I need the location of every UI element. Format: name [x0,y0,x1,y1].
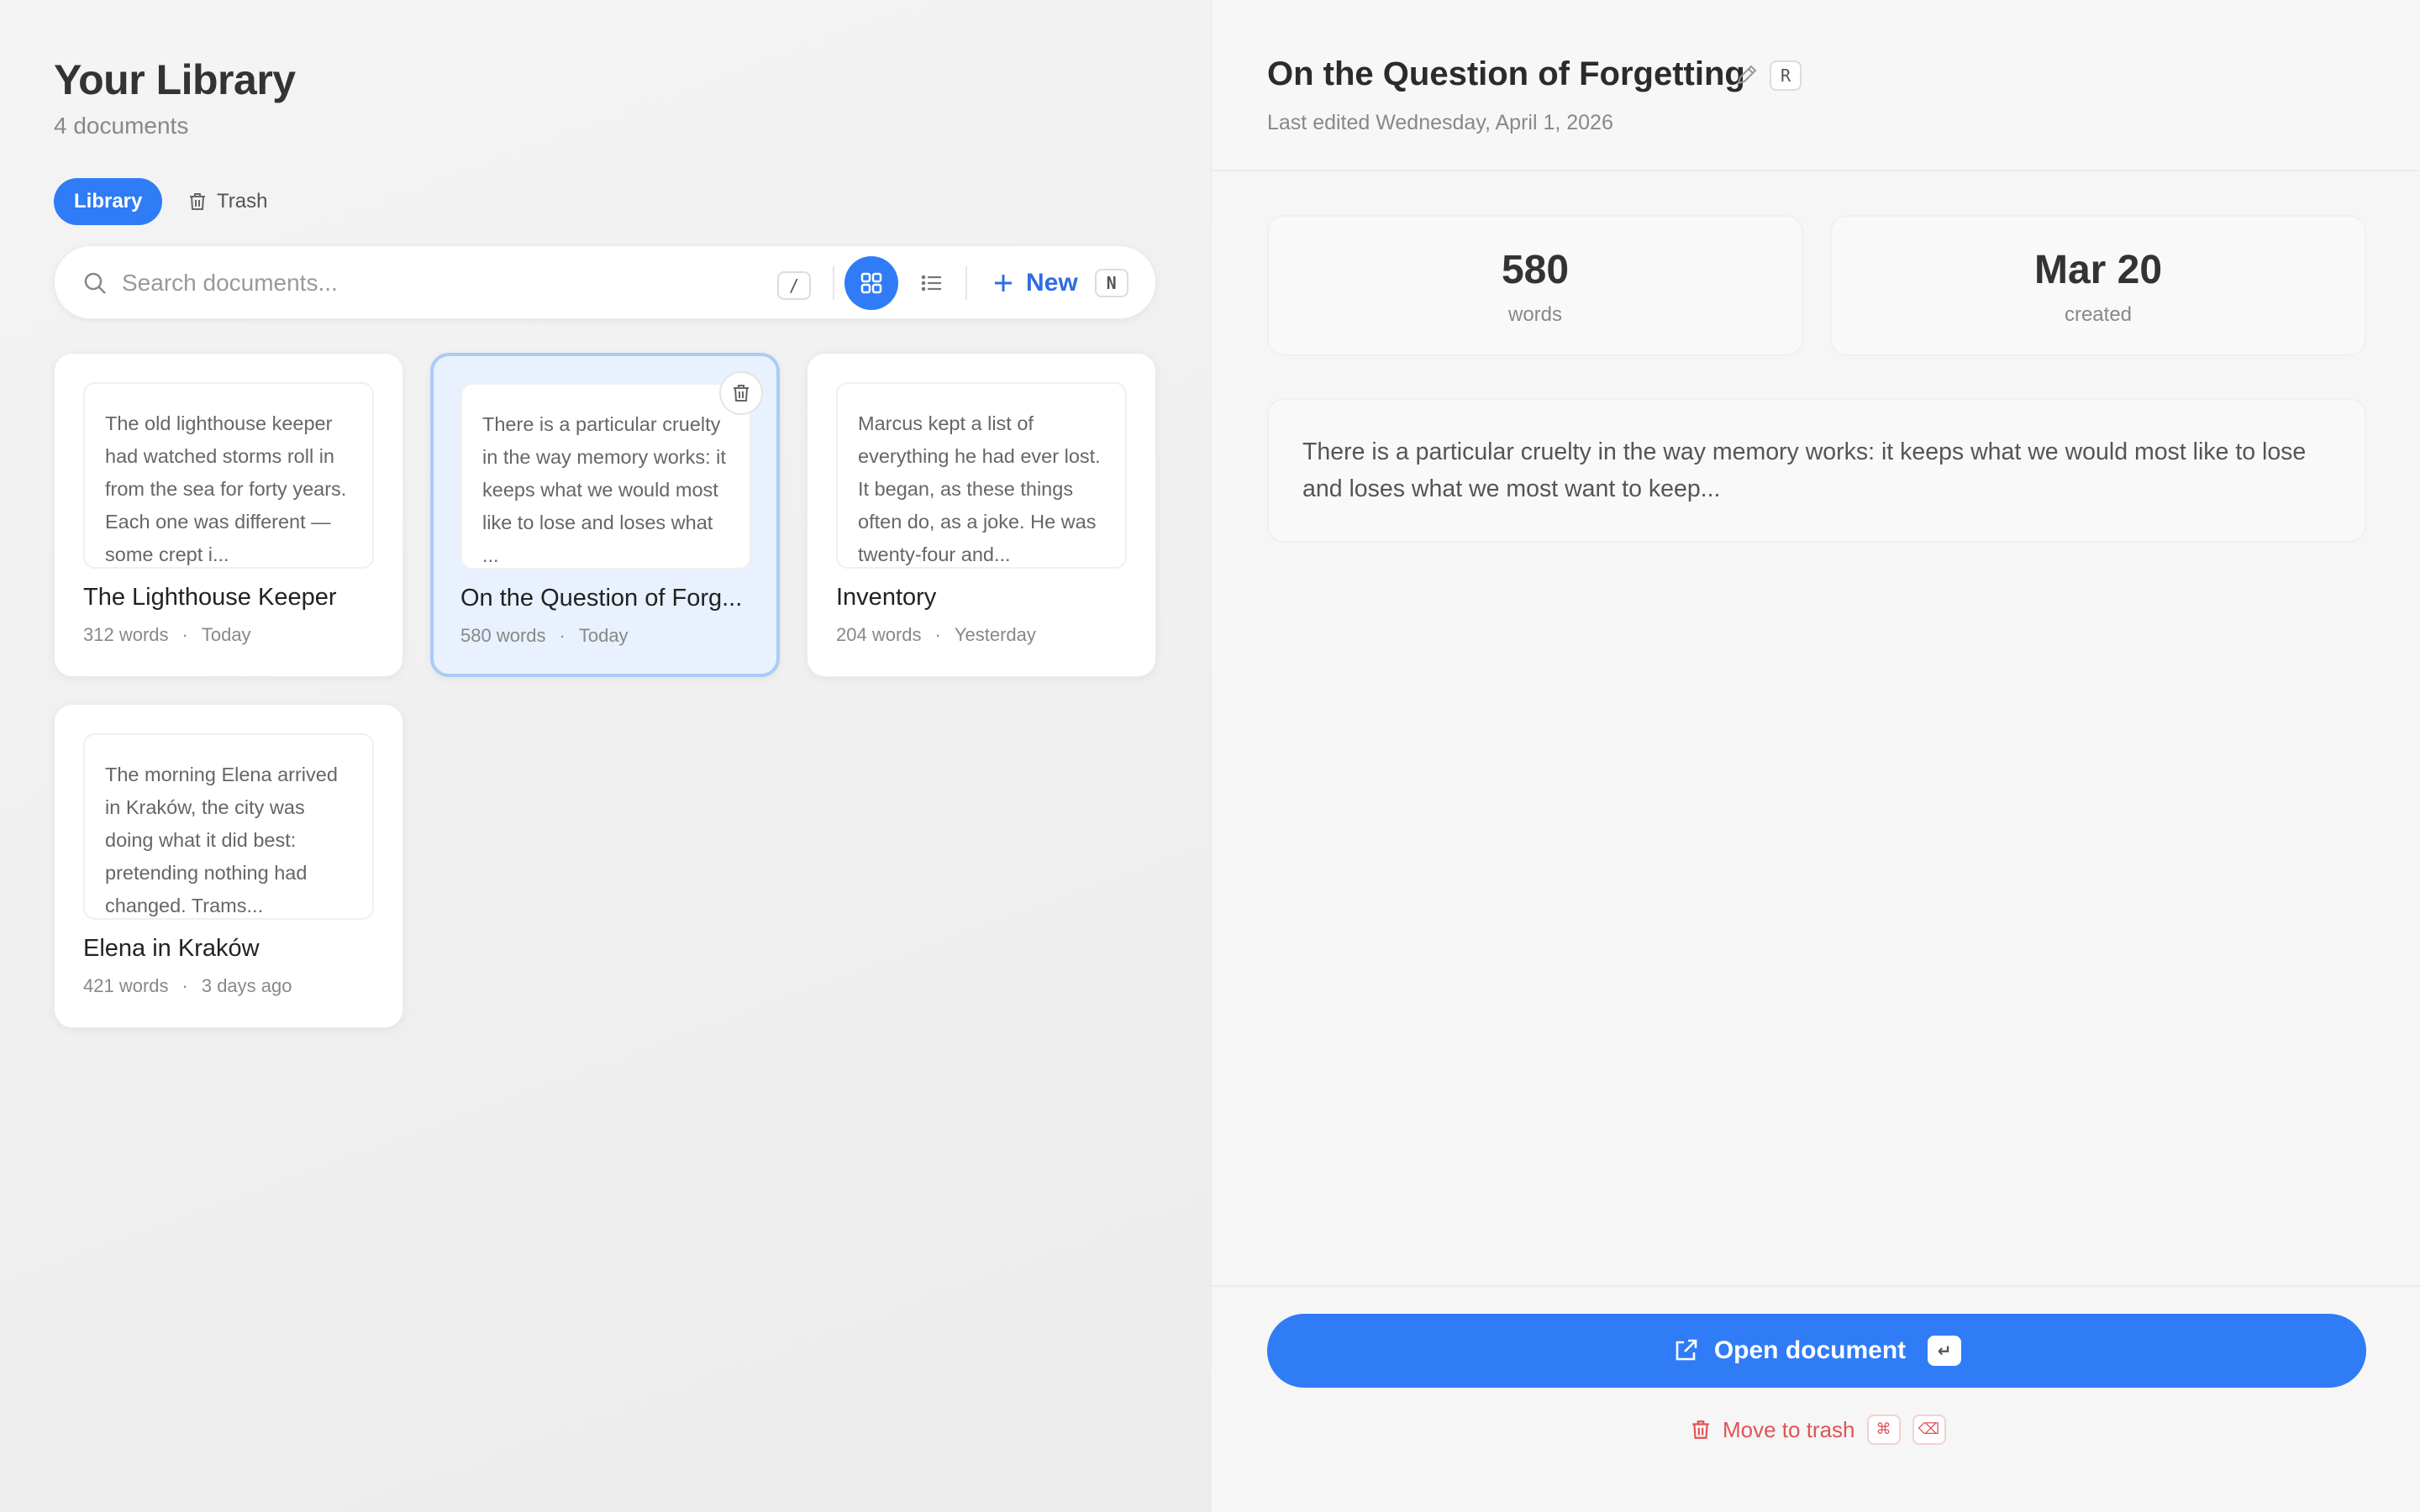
page-title: Your Library [54,56,296,103]
card-preview: The morning Elena arrived in Kraków, the… [83,733,374,920]
trash-icon [734,385,749,402]
footer-divider [1212,1285,2420,1287]
trash-icon [190,193,205,210]
card-title: Inventory [836,584,937,611]
search-input[interactable] [122,263,811,303]
stat-value: 580 [1501,248,1570,292]
open-document-label: Open document [1713,1336,1907,1364]
card-date: Today [201,624,251,645]
document-title: On the Question of Forgetting [1267,55,1745,92]
tab-library[interactable]: Library [54,178,163,225]
card-trash-button[interactable] [719,371,763,415]
document-card-selected[interactable]: There is a particular cruelty in the way… [430,353,780,677]
card-preview: The old lighthouse keeper had watched st… [83,382,374,569]
detail-pane: On the Question of Forgetting R Last edi… [1210,0,2420,1512]
card-preview-text: Marcus kept a list of everything he had … [858,412,1101,565]
rename-shortcut-key: R [1770,60,1802,91]
card-date: Yesterday [954,624,1036,645]
list-icon [921,275,941,291]
card-preview-text: The morning Elena arrived in Kraków, the… [105,764,338,916]
document-card[interactable]: The morning Elena arrived in Kraków, the… [54,704,403,1028]
card-title: The Lighthouse Keeper [83,584,337,611]
toolbar-divider [965,266,967,300]
list-view-button[interactable] [905,256,959,310]
open-document-button[interactable]: Open document ↵ [1267,1314,2366,1388]
stat-card-created: Mar 20 created [1830,215,2366,356]
meta-separator: · [182,975,188,996]
toolbar-divider [833,266,834,300]
card-preview: Marcus kept a list of everything he had … [836,382,1127,569]
document-card[interactable]: The old lighthouse keeper had watched st… [54,353,403,677]
document-excerpt: There is a particular cruelty in the way… [1267,398,2366,543]
stat-card-words: 580 words [1267,215,1803,356]
card-word-count: 204 words [836,624,922,645]
enter-shortcut-key: ↵ [1928,1336,1962,1366]
trash-icon [1692,1420,1709,1439]
library-pane: Your Library 4 documents Library Trash / [0,0,1210,1512]
external-link-icon [1676,1339,1697,1361]
new-document-button[interactable]: New N [992,258,1128,308]
last-edited: Last edited Wednesday, April 1, 2026 [1267,111,1613,134]
document-count: 4 documents [54,113,189,139]
card-title: On the Question of Forg... [460,585,743,612]
stat-value: Mar 20 [2033,248,2163,292]
meta-separator: · [934,624,941,645]
meta-separator: · [559,625,566,646]
tab-trash[interactable]: Trash [188,178,267,225]
document-card[interactable]: Marcus kept a list of everything he had … [807,353,1156,677]
new-shortcut-key: N [1094,269,1128,297]
card-meta: 204 words · Yesterday [836,624,1036,646]
cmd-shortcut-key: ⌘ [1866,1415,1901,1445]
grid-icon [860,272,882,294]
card-date: Today [578,625,629,646]
card-preview-text: The old lighthouse keeper had watched st… [105,412,347,565]
card-meta: 421 words · 3 days ago [83,975,292,997]
backspace-shortcut-key: ⌫ [1912,1415,1946,1445]
card-meta: 580 words · Today [460,625,629,647]
card-preview: There is a particular cruelty in the way… [460,383,751,570]
card-word-count: 421 words [83,975,169,996]
card-word-count: 580 words [460,625,546,646]
card-meta: 312 words · Today [83,624,251,646]
move-to-trash-label: Move to trash [1723,1416,1855,1442]
stat-label: words [1507,303,1563,326]
pencil-icon[interactable] [1734,62,1760,87]
search-shortcut-key: / [777,271,811,300]
move-to-trash-button[interactable]: Move to trash ⌘ ⌫ [1691,1411,1946,1448]
card-preview-text: There is a particular cruelty in the way… [482,413,726,566]
card-word-count: 312 words [83,624,169,645]
tab-trash-label: Trash [217,190,268,213]
meta-separator: · [182,624,188,645]
plus-icon [995,275,1012,291]
card-title: Elena in Kraków [83,935,260,962]
stat-label: created [2064,303,2133,326]
search-icon [84,272,106,294]
detail-header: On the Question of Forgetting R Last edi… [1212,0,2420,171]
grid-view-button[interactable] [844,256,898,310]
new-button-label: New [1026,269,1078,297]
search-bar: / New N [54,245,1156,319]
card-date: 3 days ago [201,975,292,996]
